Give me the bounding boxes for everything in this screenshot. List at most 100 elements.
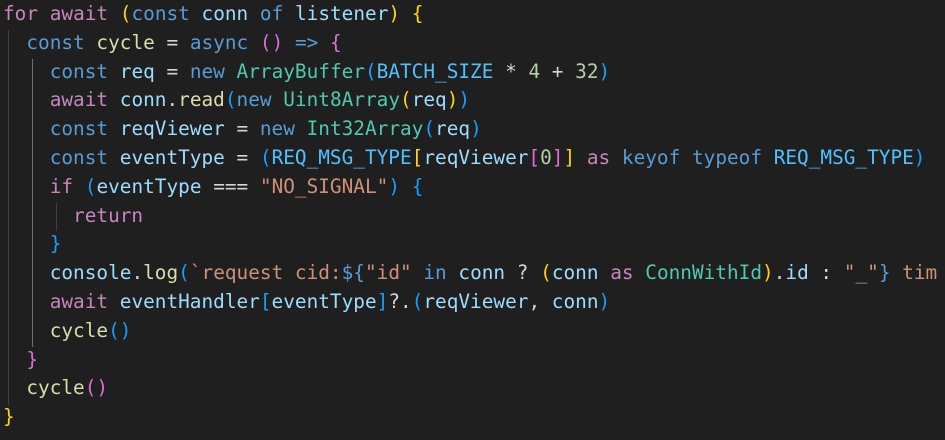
code-line-10[interactable]: console.log(`request cid:${"id" in conn … (3, 259, 938, 288)
code-token: ? (505, 261, 541, 285)
code-line-3[interactable]: const req = new ArrayBuffer(BATCH_SIZE *… (3, 58, 937, 87)
code-token: eventType (271, 289, 377, 313)
code-token: if (49, 174, 74, 198)
code-token: [ (411, 145, 424, 169)
code-line-15[interactable]: } (3, 403, 937, 432)
code-token: async (189, 30, 249, 54)
code-token: await (49, 2, 109, 25)
code-token: . (131, 261, 144, 285)
code-token: ] (551, 145, 564, 169)
code-token: = (224, 145, 260, 169)
code-token: tim (890, 261, 938, 285)
code-line-6[interactable]: const eventType = (REQ_MSG_TYPE[reqViewe… (3, 144, 937, 173)
code-line-2[interactable]: const cycle = async () => { (3, 29, 937, 58)
code-token: conn (551, 261, 599, 285)
code-token: reqViewer (423, 289, 529, 313)
code-token: } (26, 347, 39, 371)
code-token: conn (201, 2, 249, 25)
code-token: , (528, 289, 552, 313)
code-token: id (785, 261, 809, 285)
code-line-5[interactable]: const reqViewer = new Int32Array(req) (3, 115, 937, 144)
code-token: ( (411, 289, 424, 313)
code-line-9[interactable]: } (3, 230, 937, 259)
code-token: } (49, 232, 62, 256)
code-token: of (259, 2, 284, 25)
code-token: REQ_MSG_TYPE (271, 145, 412, 169)
code-token: req (435, 117, 471, 141)
code-token: => (294, 30, 319, 54)
code-token: `request cid: (189, 261, 342, 285)
code-line-11[interactable]: await eventHandler[eventType]?.(reqViewe… (3, 288, 937, 317)
code-token: await (49, 88, 109, 112)
code-token: const (49, 117, 109, 141)
code-token: "_" (843, 261, 879, 285)
code-editor[interactable]: for await (const conn of listener) { con… (0, 0, 945, 440)
code-token: 32 (575, 59, 599, 83)
code-token: listener (294, 2, 389, 25)
code-token: reqViewer (119, 117, 225, 141)
code-token: ) (598, 59, 611, 83)
code-token: + (540, 59, 576, 83)
code-line-4[interactable]: await conn.read(new Uint8Array(req)) (3, 86, 937, 115)
code-token: new (236, 88, 272, 112)
code-token: const (131, 2, 190, 25)
code-token: ] (563, 145, 576, 169)
code-token: const (26, 30, 85, 54)
code-token: ) (913, 145, 926, 169)
code-token: * (493, 59, 529, 83)
code-line-1[interactable]: for await (const conn of listener) { (3, 0, 937, 29)
code-token: reqViewer (423, 145, 529, 169)
code-line-13[interactable]: } (3, 346, 937, 375)
code-token: 0 (540, 145, 552, 169)
code-token: } (3, 405, 15, 429)
code-token: ArrayBuffer (236, 59, 365, 83)
code-line-12[interactable]: cycle() (3, 317, 937, 346)
code-token: cycle (96, 30, 155, 54)
code-token: ) (458, 88, 471, 112)
code-line-7[interactable]: if (eventType === "NO_SIGNAL") { (3, 173, 937, 202)
code-token: () (84, 376, 109, 400)
code-token: req (119, 59, 155, 83)
code-token: ( (178, 261, 190, 285)
code-token: ) (388, 174, 400, 198)
code-token: : (808, 261, 844, 285)
code-token: [ (528, 145, 541, 169)
code-token: "NO_SIGNAL" (259, 174, 389, 198)
code-token: Int32Array (306, 117, 424, 141)
code-token: eventHandler (119, 289, 260, 313)
code-line-8[interactable]: return (3, 202, 937, 231)
code-line-14[interactable]: cycle() (3, 374, 937, 403)
code-token: ) (388, 2, 401, 25)
code-token: ( (364, 59, 377, 83)
code-token: { (411, 2, 424, 25)
code-token: conn (119, 88, 167, 112)
code-lines[interactable]: for await (const conn of listener) { con… (3, 0, 937, 432)
